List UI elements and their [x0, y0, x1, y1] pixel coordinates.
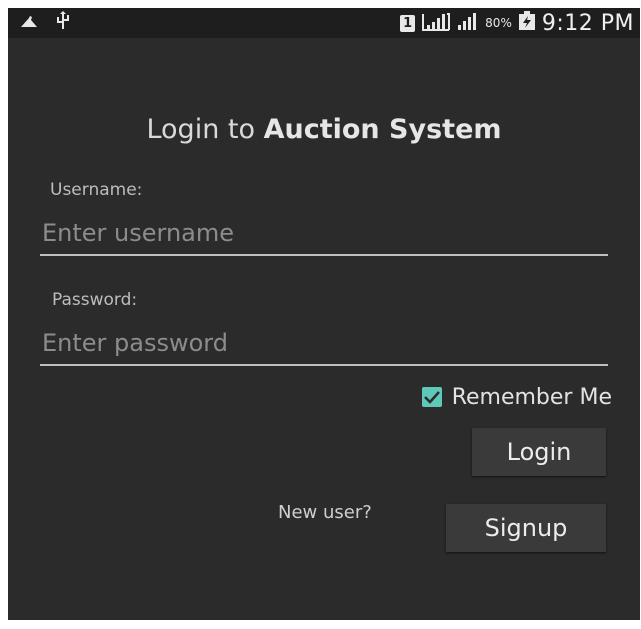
password-field[interactable] [40, 326, 608, 366]
battery-charging-icon [518, 11, 536, 35]
username-label: Username: [50, 180, 143, 200]
sim-icon: 1 [400, 14, 416, 32]
remember-me-checkbox[interactable] [421, 387, 442, 407]
new-user-text: New user? [278, 502, 372, 523]
usb-icon [56, 11, 70, 35]
status-bar: 1 80% 9:12 PM [8, 8, 640, 38]
password-label: Password: [52, 290, 138, 310]
signup-button[interactable]: Signup [446, 504, 606, 552]
phone-screen: 1 80% 9:12 PM Login to Auction System Us… [8, 8, 640, 620]
signal-icon [421, 11, 451, 35]
page-title: Login to Auction System [8, 114, 640, 145]
username-field[interactable] [40, 216, 608, 256]
remember-me-row[interactable]: Remember Me [421, 384, 612, 410]
login-button[interactable]: Login [472, 428, 606, 476]
status-bar-left [20, 11, 70, 35]
check-icon [423, 391, 440, 404]
status-bar-right: 1 80% 9:12 PM [400, 10, 634, 36]
status-time: 9:12 PM [541, 10, 634, 36]
title-prefix: Login to [146, 114, 255, 145]
notification-icon [20, 14, 38, 33]
signal-strength-icon [457, 12, 479, 34]
remember-me-label: Remember Me [451, 384, 612, 410]
title-app-name: Auction System [263, 114, 502, 145]
battery-percent: 80% [485, 16, 512, 30]
